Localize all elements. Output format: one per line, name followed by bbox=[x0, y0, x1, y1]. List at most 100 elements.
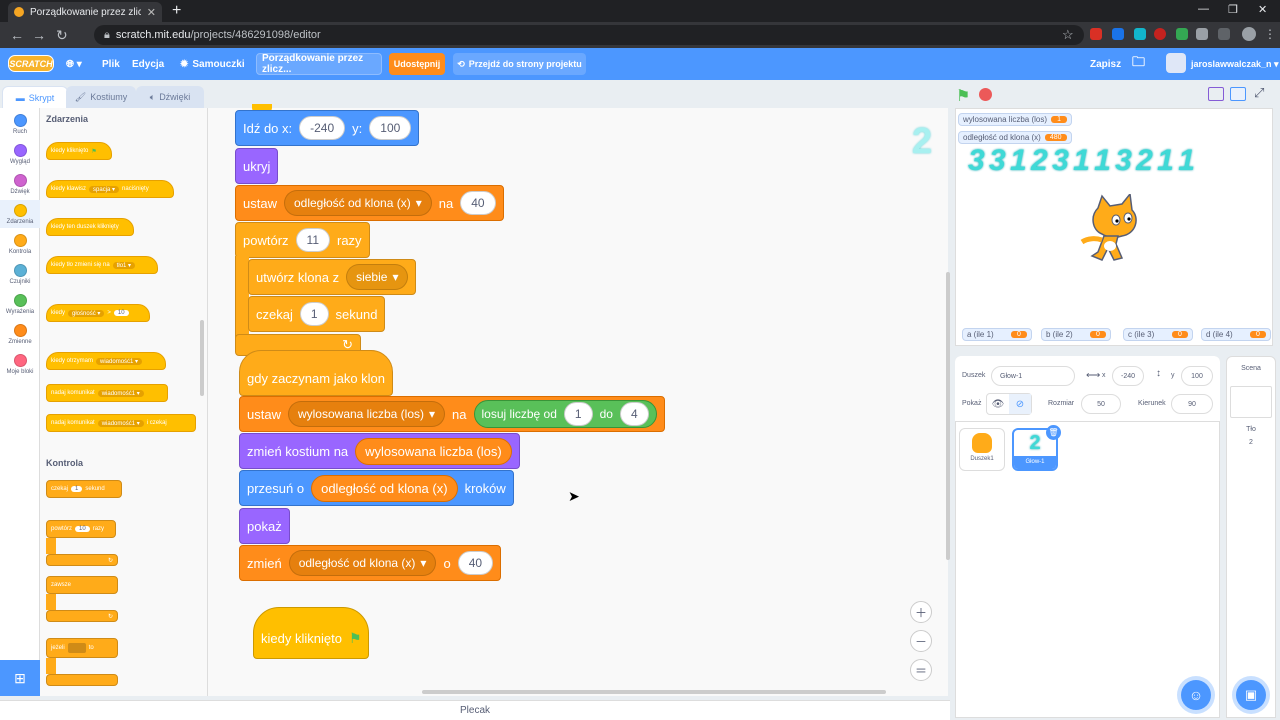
add-extension-button[interactable]: ⊞ bbox=[0, 660, 40, 696]
variable-dropdown[interactable]: wylosowana liczba (los) ▾ bbox=[287, 401, 446, 427]
minimize-icon[interactable]: — bbox=[1198, 3, 1209, 15]
wait-seconds-input[interactable]: 1 bbox=[299, 302, 329, 326]
variable-dropdown[interactable]: odległość od klona (x) ▾ bbox=[283, 190, 432, 216]
y-position-input[interactable]: 100 bbox=[1181, 366, 1213, 386]
extension-icon[interactable] bbox=[1154, 28, 1166, 40]
share-button[interactable]: Udostępnij bbox=[389, 53, 445, 75]
username-menu[interactable]: jaroslawwalczak_n ▾ bbox=[1191, 48, 1279, 80]
palette-dropdown[interactable]: spacja ▾ bbox=[89, 185, 120, 193]
extension-icon[interactable] bbox=[1176, 28, 1188, 40]
block-move-steps[interactable]: przesuń o odległość od klona (x) kroków bbox=[239, 470, 514, 506]
clone-target-dropdown[interactable]: siebie ▾ bbox=[346, 264, 409, 290]
tutorials-button[interactable]: ✹ Samouczki bbox=[180, 48, 245, 80]
category-item[interactable]: Wygląd bbox=[0, 144, 40, 165]
tab-sounds[interactable]: 🔈︎ Dźwięki bbox=[136, 86, 204, 108]
close-tab-icon[interactable]: ✕ bbox=[147, 6, 156, 19]
backpack-bar[interactable]: Plecak bbox=[0, 700, 950, 720]
save-button[interactable]: Zapisz bbox=[1090, 48, 1121, 80]
palette-block-when-greater-than[interactable]: kiedy głośność ▾ >10 bbox=[46, 304, 150, 322]
category-item[interactable]: Zmienne bbox=[0, 324, 40, 345]
scratch-logo[interactable]: SCRATCH bbox=[8, 55, 54, 72]
eye-slash-icon[interactable]: ⊘ bbox=[1009, 394, 1031, 414]
scratch-cat-sprite[interactable] bbox=[1078, 192, 1148, 269]
profile-avatar[interactable] bbox=[1242, 27, 1256, 41]
palette-dropdown[interactable]: głośność ▾ bbox=[68, 309, 105, 317]
sprite-name-input[interactable]: Głow-1 bbox=[991, 366, 1075, 386]
change-value-input[interactable]: 40 bbox=[457, 551, 494, 575]
palette-input[interactable]: 1 bbox=[71, 486, 83, 492]
language-menu[interactable]: 🌐︎ ▾ bbox=[66, 48, 82, 80]
zoom-reset-button[interactable]: ＝ bbox=[910, 659, 932, 681]
block-set-variable[interactable]: ustaw odległość od klona (x) ▾ na 40 bbox=[235, 185, 504, 221]
category-item[interactable]: Czujniki bbox=[0, 264, 40, 285]
add-backdrop-button[interactable]: ▣ bbox=[1236, 680, 1266, 710]
palette-block-if[interactable]: jeżeli to bbox=[46, 638, 118, 658]
goto-x-input[interactable]: -240 bbox=[299, 116, 346, 140]
size-input[interactable]: 50 bbox=[1081, 394, 1121, 414]
palette-dropdown[interactable]: tło1 ▾ bbox=[112, 261, 136, 269]
palette-block-when-key-pressed[interactable]: kiedy klawisz spacja ▾ naciśnięty bbox=[46, 180, 174, 198]
block-set-random[interactable]: ustaw wylosowana liczba (los) ▾ na losuj … bbox=[239, 396, 665, 432]
browser-tab[interactable]: Porządkowanie przez zliczanie or ✕ bbox=[8, 2, 162, 22]
category-item[interactable]: Moje bloki bbox=[0, 354, 40, 375]
workspace-vertical-scrollbar[interactable] bbox=[946, 272, 950, 560]
block-hide[interactable]: ukryj bbox=[235, 148, 279, 184]
extension-icon[interactable] bbox=[1134, 28, 1146, 40]
stage-thumbnail[interactable] bbox=[1230, 386, 1272, 418]
category-item[interactable]: Wyrażenia bbox=[0, 294, 40, 315]
palette-input[interactable]: 10 bbox=[75, 526, 90, 532]
palette-block-when-receive[interactable]: kiedy otrzymam wiadomość1 ▾ bbox=[46, 352, 166, 370]
palette-block-when-sprite-clicked[interactable]: kiedy ten duszek kliknięty bbox=[46, 218, 134, 236]
close-window-icon[interactable]: ✕ bbox=[1258, 3, 1267, 16]
bookmark-star-icon[interactable]: ☆ bbox=[1062, 27, 1074, 43]
block-change-variable[interactable]: zmień odległość od klona (x) ▾ o 40 bbox=[239, 545, 502, 581]
category-item[interactable]: Ruch bbox=[0, 114, 40, 135]
category-item[interactable]: Zdarzenia bbox=[0, 204, 40, 225]
puzzle-icon[interactable] bbox=[1196, 28, 1208, 40]
x-position-input[interactable]: -240 bbox=[1112, 366, 1144, 386]
hat-when-flag-clicked[interactable]: kiedy kliknięto ⚑ bbox=[253, 607, 369, 659]
random-from-input[interactable]: 1 bbox=[563, 402, 593, 426]
cast-icon[interactable] bbox=[1218, 28, 1230, 40]
small-stage-icon[interactable] bbox=[1208, 87, 1224, 101]
maximize-icon[interactable]: ❐ bbox=[1228, 3, 1238, 16]
tab-costumes[interactable]: 🖌︎ Kostiumy bbox=[66, 86, 136, 108]
green-flag-icon[interactable]: ⚑ bbox=[956, 86, 970, 106]
palette-block-wait[interactable]: czekaj 1 sekund bbox=[46, 480, 122, 498]
palette-block-broadcast[interactable]: nadaj komunikat wiadomość1 ▾ bbox=[46, 384, 168, 402]
set-value-input[interactable]: 40 bbox=[460, 191, 496, 215]
block-pick-random[interactable]: losuj liczbę od 1 do 4 bbox=[473, 400, 657, 428]
delete-sprite-icon[interactable]: 🗑︎ bbox=[1046, 425, 1061, 440]
palette-block-broadcast-and-wait[interactable]: nadaj komunikat wiadomość1 ▾ i czekaj bbox=[46, 414, 196, 432]
file-menu[interactable]: Plik bbox=[102, 48, 120, 80]
user-avatar[interactable] bbox=[1166, 53, 1186, 73]
block-wait[interactable]: czekaj 1 sekund bbox=[248, 296, 386, 332]
palette-block-repeat[interactable]: powtórz 10 razy bbox=[46, 520, 116, 538]
block-repeat[interactable]: powtórz 11 razy bbox=[235, 222, 370, 258]
reload-icon[interactable]: ↻ bbox=[56, 27, 68, 44]
block-create-clone[interactable]: utwórz klona z siebie ▾ bbox=[248, 259, 417, 295]
tab-code[interactable]: ▬ Skrypt bbox=[2, 86, 68, 108]
url-bar[interactable]: 🔒︎ scratch.mit.edu/projects/486291098/ed… bbox=[94, 25, 1084, 45]
palette-block-when-flag-clicked[interactable]: kiedy kliknięto ⚑ bbox=[46, 142, 112, 160]
variable-reporter[interactable]: wylosowana liczba (los) bbox=[355, 437, 512, 465]
repeat-count-input[interactable]: 11 bbox=[295, 228, 330, 252]
stop-icon[interactable] bbox=[979, 88, 992, 101]
direction-input[interactable]: 90 bbox=[1171, 394, 1213, 414]
random-to-input[interactable]: 4 bbox=[619, 402, 649, 426]
palette-block-when-backdrop-switches[interactable]: kiedy tło zmieni się na tło1 ▾ bbox=[46, 256, 158, 274]
workspace-horizontal-scrollbar[interactable] bbox=[422, 690, 886, 694]
show-toggle[interactable]: 👁︎ ⊘ bbox=[986, 393, 1032, 415]
block-switch-costume[interactable]: zmień kostium na wylosowana liczba (los) bbox=[239, 433, 520, 469]
forward-icon[interactable]: → bbox=[32, 27, 46, 43]
palette-input[interactable]: 10 bbox=[113, 310, 129, 316]
variable-dropdown[interactable]: odległość od klona (x) ▾ bbox=[288, 550, 437, 576]
fullscreen-icon[interactable]: ⤢ bbox=[1254, 85, 1264, 101]
edit-menu[interactable]: Edycja bbox=[132, 48, 164, 80]
new-tab-icon[interactable]: + bbox=[172, 2, 181, 20]
sprite-thumbnail[interactable]: Duszek1 bbox=[959, 428, 1005, 471]
extension-icon[interactable] bbox=[1112, 28, 1124, 40]
palette-dropdown[interactable]: wiadomość1 ▾ bbox=[97, 389, 144, 397]
variable-reporter[interactable]: odległość od klona (x) bbox=[311, 474, 458, 502]
block-show[interactable]: pokaż bbox=[239, 508, 290, 544]
